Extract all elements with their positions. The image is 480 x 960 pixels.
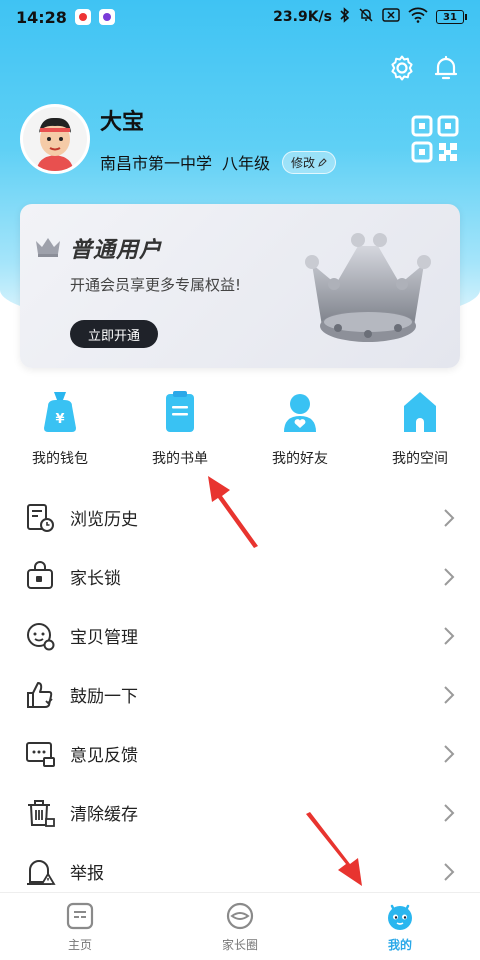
- tab-mine-label: 我的: [387, 938, 412, 952]
- status-bar: 14:28 23.9K/s 31: [0, 0, 480, 34]
- shortcut-space[interactable]: 我的空间: [360, 390, 480, 468]
- space-icon: [404, 392, 436, 432]
- wallet-icon: ¥: [44, 392, 76, 432]
- wifi-icon: [408, 7, 428, 27]
- booklist-icon: [166, 391, 194, 432]
- avatar[interactable]: [20, 104, 90, 174]
- history-icon: [27, 503, 54, 532]
- tab-home-label: 主页: [67, 938, 92, 952]
- qr-code-icon[interactable]: [410, 114, 460, 164]
- status-time: 14:28: [16, 7, 67, 27]
- tab-home[interactable]: 主页: [0, 893, 160, 960]
- chevron-right-icon: [444, 567, 455, 586]
- shortcut-wallet[interactable]: ¥ 我的钱包: [0, 390, 120, 468]
- menu-item-parent-lock[interactable]: 家长锁: [0, 547, 480, 606]
- open-membership-button[interactable]: 立即开通: [70, 320, 158, 348]
- thumbs-up-icon: [27, 681, 53, 708]
- vip-title: 普通用户: [70, 238, 163, 263]
- trash-icon: [28, 799, 55, 827]
- school-name: 南昌市第一中学: [100, 154, 213, 173]
- vip-card[interactable]: 普通用户 开通会员享更多专属权益! 立即开通: [20, 204, 460, 368]
- mute-bell-icon: [358, 7, 374, 27]
- parent-lock-icon: [27, 560, 53, 589]
- settings-gear-icon[interactable]: [388, 54, 416, 86]
- shortcut-friends[interactable]: 我的好友: [240, 390, 360, 468]
- menu-item-baby-manage[interactable]: 宝贝管理: [0, 606, 480, 665]
- tab-parent-circle[interactable]: 家长圈: [160, 893, 320, 960]
- parent-circle-icon: [226, 902, 254, 930]
- feedback-icon: [26, 741, 55, 767]
- shortcut-booklist[interactable]: 我的书单: [120, 390, 240, 468]
- notification-app-icon-2: [98, 9, 115, 25]
- mine-icon: [388, 904, 412, 930]
- notification-bell-icon[interactable]: [432, 54, 460, 86]
- chevron-right-icon: [444, 803, 455, 822]
- menu-label-feedback: 意见反馈: [70, 746, 138, 766]
- shortcut-booklist-label: 我的书单: [152, 451, 208, 467]
- menu-label-clear-cache: 清除缓存: [70, 805, 138, 825]
- shortcut-friends-label: 我的好友: [272, 451, 328, 467]
- shortcut-space-label: 我的空间: [392, 451, 448, 467]
- menu-item-feedback[interactable]: 意见反馈: [0, 724, 480, 783]
- large-crown-icon: [298, 218, 438, 348]
- small-crown-icon: [34, 235, 62, 261]
- vip-subtitle: 开通会员享更多专属权益!: [70, 276, 242, 294]
- shortcut-row: ¥ 我的钱包 我的书单 我的好友 我的空间: [0, 390, 480, 468]
- menu-label-parent-lock: 家长锁: [70, 569, 121, 589]
- edit-profile-button[interactable]: 修改: [282, 150, 337, 174]
- edit-pencil-icon: [318, 157, 327, 167]
- shortcut-wallet-label: 我的钱包: [32, 451, 88, 467]
- user-name: 大宝: [100, 110, 145, 135]
- battery-level: 31: [443, 11, 457, 23]
- report-icon: [27, 859, 56, 885]
- network-speed: 23.9K/s: [273, 9, 332, 25]
- bluetooth-icon: [340, 7, 350, 27]
- chevron-right-icon: [444, 862, 455, 881]
- bottom-tab-bar: 主页 家长圈 我的: [0, 892, 480, 960]
- chevron-right-icon: [444, 626, 455, 645]
- profile-section: 大宝 南昌市第一中学 八年级 修改: [20, 104, 337, 174]
- chevron-right-icon: [444, 744, 455, 763]
- home-icon: [66, 902, 94, 930]
- tab-mine[interactable]: 我的: [320, 893, 480, 960]
- notification-app-icon: [74, 9, 91, 25]
- menu-label-encourage: 鼓励一下: [70, 687, 138, 707]
- edit-label: 修改: [291, 155, 316, 170]
- baby-manage-icon: [27, 622, 55, 650]
- menu-item-history[interactable]: 浏览历史: [0, 488, 480, 547]
- friends-icon: [284, 394, 316, 432]
- tab-parent-circle-label: 家长圈: [221, 938, 258, 952]
- settings-menu: 浏览历史 家长锁 宝贝管理 鼓励一下 意见反馈 清除缓存 举报: [0, 488, 480, 901]
- menu-label-history: 浏览历史: [70, 510, 138, 530]
- grade-label: 八年级: [222, 154, 271, 173]
- chevron-right-icon: [444, 685, 455, 704]
- svg-text:¥: ¥: [55, 412, 64, 427]
- menu-label-report: 举报: [70, 864, 104, 884]
- menu-label-baby-manage: 宝贝管理: [70, 628, 138, 648]
- battery-icon: 31: [436, 10, 467, 24]
- chevron-right-icon: [444, 508, 455, 527]
- sim-icon: [382, 8, 400, 26]
- menu-item-encourage[interactable]: 鼓励一下: [0, 665, 480, 724]
- menu-item-clear-cache[interactable]: 清除缓存: [0, 783, 480, 842]
